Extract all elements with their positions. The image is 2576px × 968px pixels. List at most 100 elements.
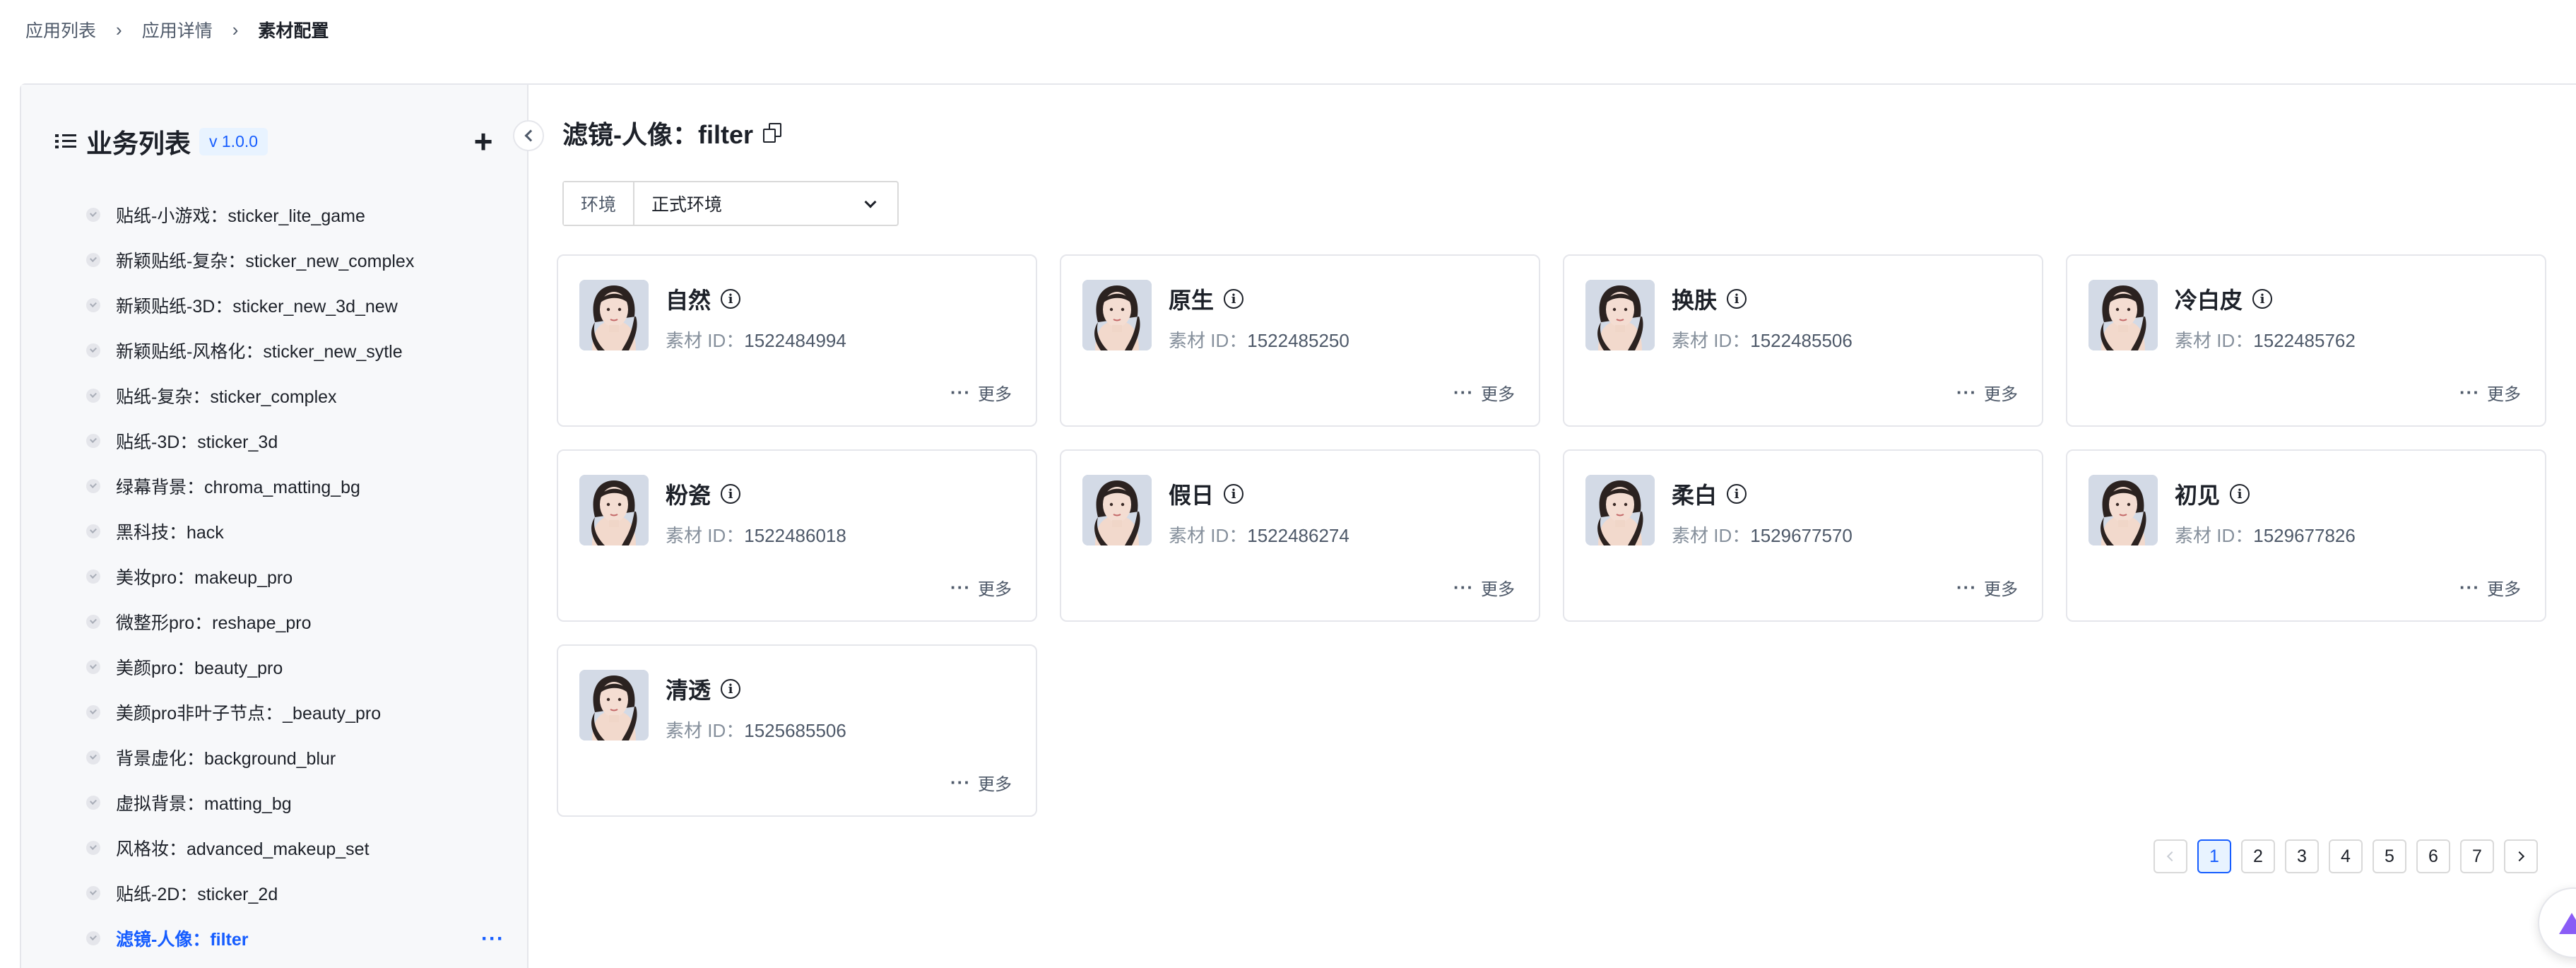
material-id-label: 素材 ID：: [1672, 330, 1751, 351]
material-id: 素材 ID：1522486018: [666, 521, 846, 548]
material-id: 素材 ID：1529677570: [1672, 521, 1853, 548]
material-card[interactable]: 初见 i 素材 ID：1529677826 ··· 更多: [2066, 449, 2546, 622]
collapse-sidebar-button[interactable]: [513, 120, 544, 151]
info-icon[interactable]: i: [721, 289, 741, 309]
version-badge: v 1.0.0: [199, 127, 268, 155]
check-circle-icon: [86, 434, 100, 448]
material-more-button[interactable]: ··· 更多: [2459, 575, 2521, 600]
sidebar-item[interactable]: 风格妆：advanced_makeup_set: [86, 825, 510, 870]
material-more-button[interactable]: ··· 更多: [950, 770, 1012, 795]
sidebar-item[interactable]: 绿幕背景：chroma_matting_bg: [86, 464, 510, 509]
prev-page-button[interactable]: [2153, 839, 2187, 873]
material-more-button[interactable]: ··· 更多: [1453, 575, 1515, 600]
content-area: 滤镜-人像：filter 环境 正式环境 自然 i 素材 ID：15224849: [530, 85, 2576, 968]
environment-label: 环境: [564, 182, 634, 225]
info-glyph: i: [728, 486, 733, 502]
sidebar-item[interactable]: 背景虚化：background_blur: [86, 735, 510, 780]
check-circle-icon: [86, 931, 100, 945]
material-card[interactable]: 清透 i 素材 ID：1525685506 ··· 更多: [557, 644, 1037, 817]
page-button[interactable]: 4: [2329, 839, 2363, 873]
material-id-label: 素材 ID：: [1672, 525, 1751, 546]
sidebar-item[interactable]: 虚拟背景：matting_bg: [86, 780, 510, 825]
info-icon[interactable]: i: [2230, 484, 2250, 504]
sidebar-item[interactable]: 黑科技：hack: [86, 509, 510, 554]
material-name: 原生 i: [1169, 283, 1244, 315]
breadcrumb: 应用列表 › 应用详情 › 素材配置: [25, 17, 329, 42]
page-button[interactable]: 1: [2197, 839, 2231, 873]
sidebar-item[interactable]: 贴纸-3D：sticker_3d: [86, 418, 510, 464]
material-card[interactable]: 原生 i 素材 ID：1522485250 ··· 更多: [1060, 254, 1540, 427]
sidebar-item-label: 风格妆：advanced_makeup_set: [116, 839, 370, 859]
info-icon[interactable]: i: [721, 484, 741, 504]
material-thumbnail: [1082, 280, 1152, 350]
info-glyph: i: [1231, 291, 1236, 307]
add-business-button[interactable]: +: [468, 123, 499, 160]
check-circle-icon: [86, 841, 100, 855]
material-card[interactable]: 冷白皮 i 素材 ID：1522485762 ··· 更多: [2066, 254, 2546, 427]
plus-icon: +: [473, 123, 493, 160]
breadcrumb-app-list[interactable]: 应用列表: [25, 17, 96, 42]
material-id: 素材 ID：1522485250: [1169, 326, 1349, 353]
environment-select[interactable]: 正式环境: [634, 182, 897, 225]
material-name: 假日 i: [1169, 478, 1244, 510]
info-icon[interactable]: i: [1727, 484, 1747, 504]
material-card[interactable]: 粉瓷 i 素材 ID：1522486018 ··· 更多: [557, 449, 1037, 622]
material-card[interactable]: 换肤 i 素材 ID：1522485506 ··· 更多: [1563, 254, 2043, 427]
sidebar-item-label: 滤镜-人像：filter: [116, 930, 249, 950]
material-name-text: 换肤: [1672, 288, 1718, 313]
page-button[interactable]: 5: [2373, 839, 2406, 873]
sidebar-item[interactable]: 新颖贴纸-风格化：sticker_new_sytle: [86, 328, 510, 373]
material-more-button[interactable]: ··· 更多: [1956, 575, 2018, 600]
material-id-value: 1525685506: [744, 720, 846, 741]
more-dots-icon: ···: [1453, 577, 1474, 598]
sidebar-item[interactable]: 微整形pro：reshape_pro: [86, 599, 510, 644]
sidebar-item-label: 新颖贴纸-复杂：sticker_new_complex: [116, 252, 415, 271]
info-icon[interactable]: i: [1224, 484, 1244, 504]
material-more-button[interactable]: ··· 更多: [950, 380, 1012, 405]
info-icon[interactable]: i: [721, 679, 741, 699]
breadcrumb-app-detail[interactable]: 应用详情: [142, 17, 213, 42]
sidebar-item-label: 黑科技：hack: [116, 523, 224, 543]
sidebar-item[interactable]: 新颖贴纸-复杂：sticker_new_complex: [86, 237, 510, 283]
check-circle-icon: [86, 253, 100, 267]
sidebar-item[interactable]: 贴纸-2D：sticker_2d: [86, 870, 510, 916]
sidebar-item[interactable]: 贴纸-复杂：sticker_complex: [86, 373, 510, 418]
material-more-button[interactable]: ··· 更多: [2459, 380, 2521, 405]
copy-icon[interactable]: [763, 123, 782, 143]
next-page-button[interactable]: [2504, 839, 2538, 873]
more-dots-icon[interactable]: ···: [481, 927, 504, 951]
business-tree: 贴纸-小游戏：sticker_lite_game 新颖贴纸-复杂：sticker_…: [86, 192, 510, 961]
material-thumbnail: [2088, 280, 2158, 350]
sidebar-item[interactable]: 新颖贴纸-3D：sticker_new_3d_new: [86, 283, 510, 328]
sidebar-item[interactable]: 美颜pro：beauty_pro: [86, 644, 510, 690]
material-more-button[interactable]: ··· 更多: [1453, 380, 1515, 405]
sidebar-item[interactable]: 贴纸-小游戏：sticker_lite_game: [86, 192, 510, 237]
more-label: 更多: [1984, 580, 2018, 599]
material-card[interactable]: 假日 i 素材 ID：1522486274 ··· 更多: [1060, 449, 1540, 622]
page-button[interactable]: 3: [2285, 839, 2319, 873]
page-button[interactable]: 6: [2416, 839, 2450, 873]
info-icon[interactable]: i: [1224, 289, 1244, 309]
material-card[interactable]: 自然 i 素材 ID：1522484994 ··· 更多: [557, 254, 1037, 427]
sidebar-item[interactable]: 美颜pro非叶子节点：_beauty_pro: [86, 690, 510, 735]
sidebar-item-active[interactable]: 滤镜-人像：filter ···: [86, 916, 510, 961]
page-title-text: 滤镜-人像：filter: [562, 120, 754, 149]
material-id: 素材 ID：1522485506: [1672, 326, 1853, 353]
sidebar-item-label: 微整形pro：reshape_pro: [116, 613, 312, 633]
info-glyph: i: [1734, 291, 1739, 307]
material-name: 柔白 i: [1672, 478, 1747, 510]
sidebar-item[interactable]: 美妆pro：makeup_pro: [86, 554, 510, 599]
more-label: 更多: [978, 775, 1012, 794]
material-more-button[interactable]: ··· 更多: [1956, 380, 2018, 405]
chevron-left-icon: [524, 129, 536, 142]
page-button[interactable]: 7: [2460, 839, 2494, 873]
check-circle-icon: [86, 479, 100, 493]
info-icon[interactable]: i: [1727, 289, 1747, 309]
info-icon[interactable]: i: [2252, 289, 2273, 309]
material-id-label: 素材 ID：: [1169, 330, 1248, 351]
list-icon: [55, 132, 76, 150]
material-more-button[interactable]: ··· 更多: [950, 575, 1012, 600]
page-button[interactable]: 2: [2241, 839, 2275, 873]
info-glyph: i: [1734, 486, 1739, 502]
material-card[interactable]: 柔白 i 素材 ID：1529677570 ··· 更多: [1563, 449, 2043, 622]
